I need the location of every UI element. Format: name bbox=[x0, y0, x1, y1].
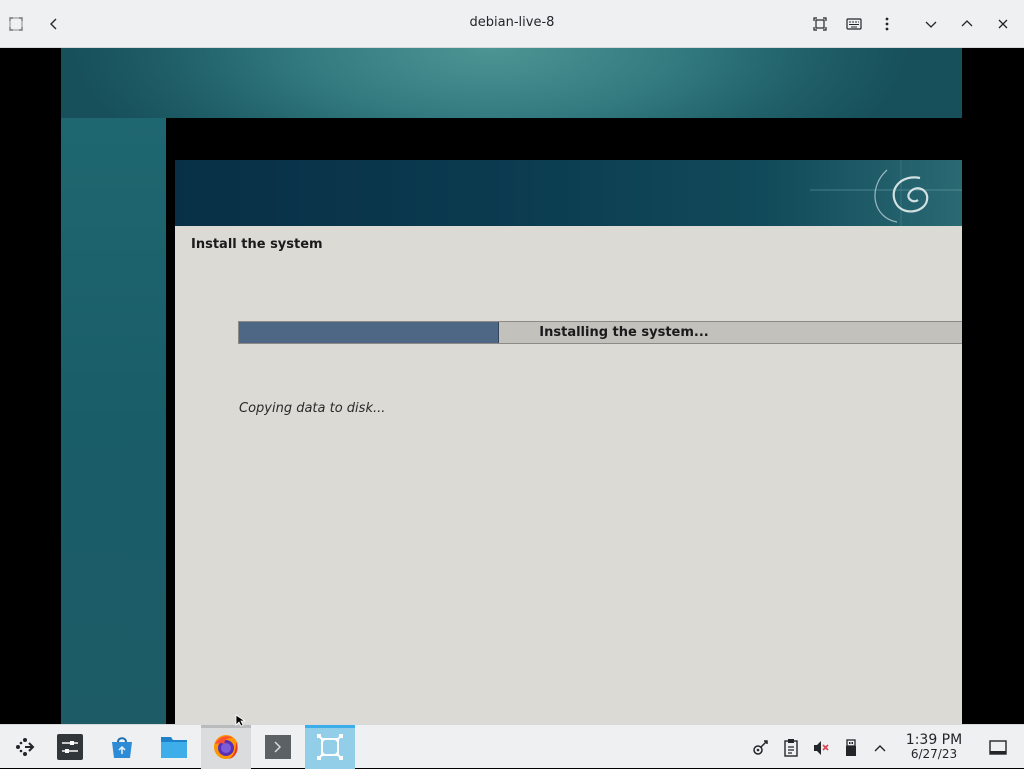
step-title: Install the system bbox=[191, 237, 323, 252]
window-title: debian-live-8 bbox=[469, 15, 555, 30]
volume-muted-icon[interactable] bbox=[810, 737, 832, 759]
clock-date: 6/27/23 bbox=[910, 747, 958, 761]
vm-display[interactable]: Install the system Installing the system… bbox=[0, 48, 1024, 724]
show-hidden-icons-chevron-up-icon[interactable] bbox=[869, 737, 891, 759]
more-menu-button[interactable] bbox=[873, 10, 901, 38]
close-button[interactable] bbox=[989, 10, 1017, 38]
mouse-cursor bbox=[235, 714, 247, 727]
show-desktop-icon[interactable] bbox=[987, 737, 1009, 759]
taskbar: 1:39 PM 6/27/23 bbox=[0, 724, 1024, 769]
application-launcher-icon[interactable] bbox=[0, 725, 50, 769]
fullscreen-button[interactable] bbox=[806, 10, 834, 38]
progress-label: Installing the system... bbox=[539, 325, 709, 340]
clock-time: 1:39 PM bbox=[905, 732, 963, 748]
discover-store-icon[interactable] bbox=[97, 725, 147, 769]
guest-desktop-strip bbox=[61, 118, 166, 724]
terminal-icon[interactable] bbox=[253, 725, 303, 769]
debian-swirl-logo bbox=[810, 160, 962, 226]
progress-status-text: Copying data to disk... bbox=[239, 401, 386, 416]
debian-banner bbox=[175, 160, 962, 226]
window-titlebar: debian-live-8 bbox=[0, 0, 1024, 48]
minimize-button[interactable] bbox=[917, 10, 945, 38]
install-progress-bar: Installing the system... bbox=[238, 321, 962, 344]
maximize-button[interactable] bbox=[953, 10, 981, 38]
task-indicator-active bbox=[305, 725, 355, 728]
installer-window: Install the system Installing the system… bbox=[175, 160, 962, 724]
kde-connect-icon[interactable] bbox=[750, 737, 772, 759]
virt-viewer-icon[interactable] bbox=[305, 725, 355, 769]
digital-clock[interactable]: 1:39 PM 6/27/23 bbox=[898, 732, 970, 761]
firefox-icon[interactable] bbox=[201, 725, 251, 769]
clipboard-icon[interactable] bbox=[780, 737, 802, 759]
keyboard-button[interactable] bbox=[840, 10, 868, 38]
system-settings-icon[interactable] bbox=[45, 725, 95, 769]
usb-device-icon[interactable] bbox=[840, 737, 862, 759]
file-manager-icon[interactable] bbox=[149, 725, 199, 769]
